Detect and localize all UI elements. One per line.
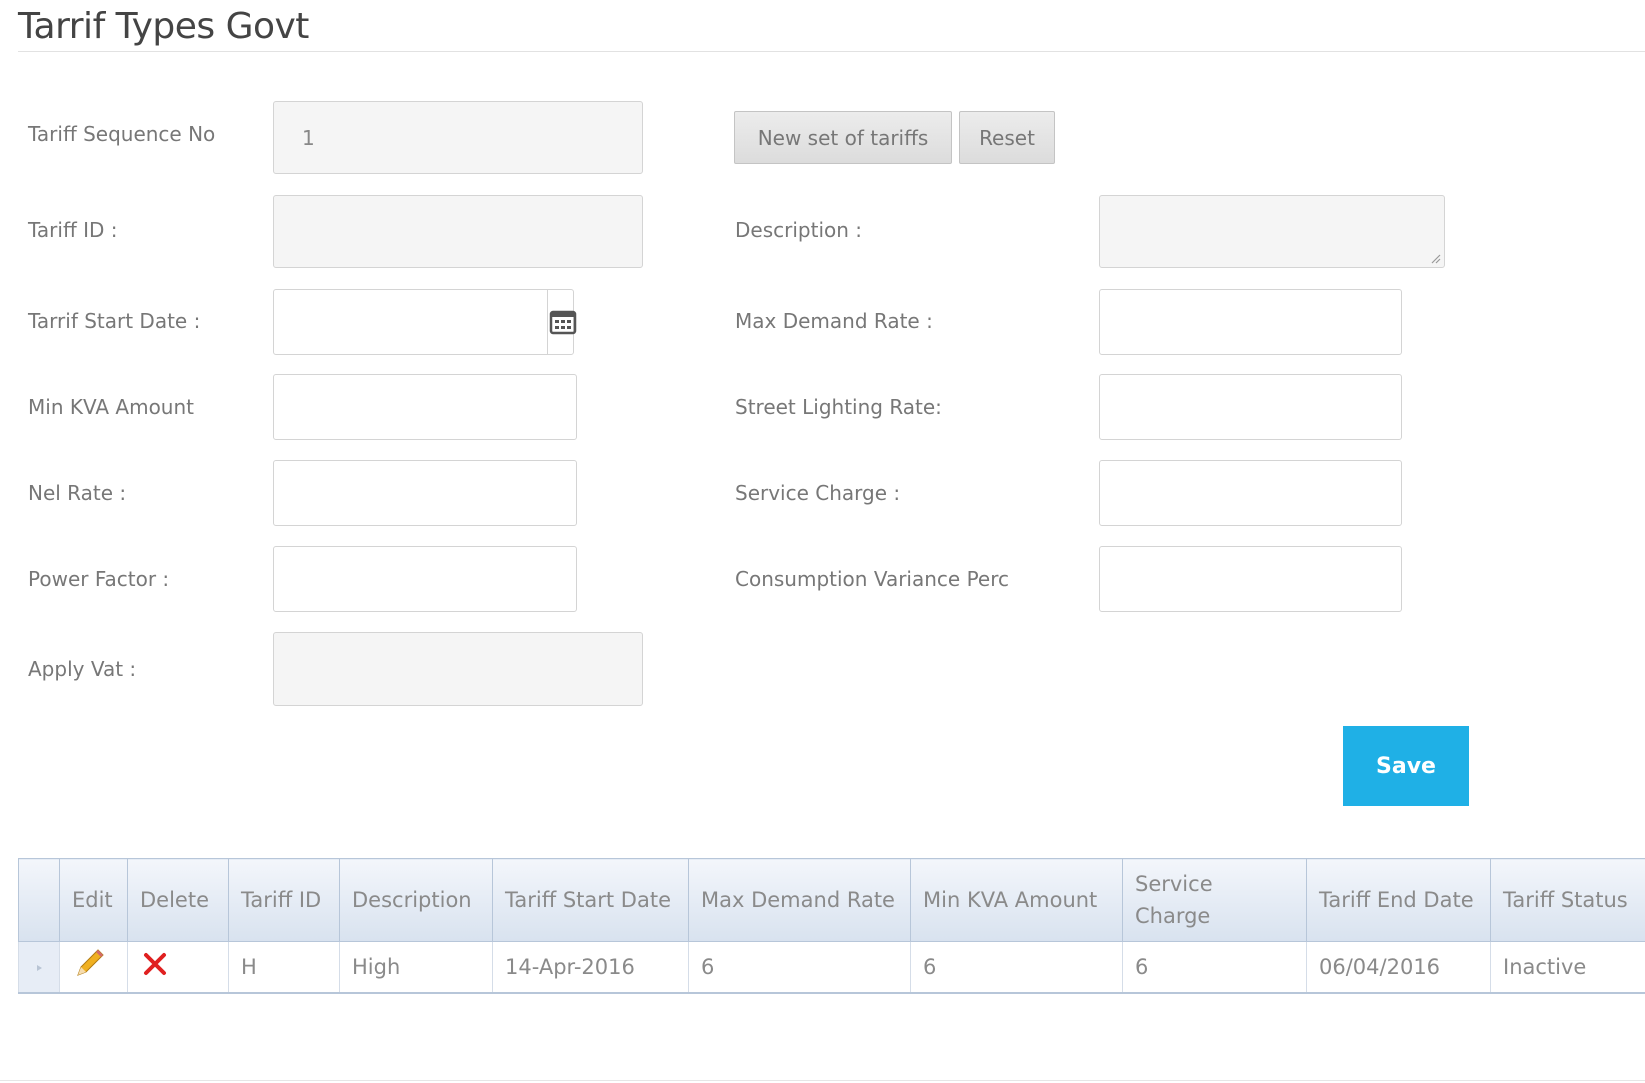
min-kva-amount-label: Min KVA Amount bbox=[28, 395, 194, 419]
edit-cell bbox=[59, 941, 128, 994]
grid-header-tariff-status[interactable]: Tariff Status bbox=[1490, 858, 1645, 942]
consumption-variance-perc-input[interactable] bbox=[1099, 546, 1402, 612]
save-button[interactable]: Save bbox=[1343, 726, 1469, 806]
resize-grip-icon[interactable] bbox=[1429, 252, 1441, 264]
grid-header-tariff-end-date[interactable]: Tariff End Date bbox=[1306, 858, 1491, 942]
tariff-start-date-picker bbox=[273, 289, 577, 355]
max-demand-rate-input[interactable] bbox=[1099, 289, 1402, 355]
nel-rate-input[interactable] bbox=[273, 460, 577, 526]
power-factor-label: Power Factor : bbox=[28, 567, 170, 591]
tariff-grid: Edit Delete Tariff ID Description Tariff… bbox=[18, 858, 1645, 994]
grid-header-tariff-id[interactable]: Tariff ID bbox=[228, 858, 340, 942]
grid-header-row: Edit Delete Tariff ID Description Tariff… bbox=[18, 858, 1645, 942]
power-factor-input[interactable] bbox=[273, 546, 577, 612]
reset-button[interactable]: Reset bbox=[959, 111, 1055, 164]
tariff-sequence-no-input[interactable] bbox=[273, 101, 643, 174]
grid-header-tariff-start-date[interactable]: Tariff Start Date bbox=[492, 858, 689, 942]
pencil-icon[interactable] bbox=[72, 947, 106, 981]
table-row[interactable]: H High 14-Apr-2016 6 6 6 06/04/2016 Inac… bbox=[18, 941, 1645, 994]
cell-max-demand-rate: 6 bbox=[688, 941, 911, 994]
description-label: Description : bbox=[735, 218, 863, 242]
cell-tariff-end-date: 06/04/2016 bbox=[1306, 941, 1491, 994]
tariff-start-date-input[interactable] bbox=[274, 290, 547, 354]
apply-vat-label: Apply Vat : bbox=[28, 657, 137, 681]
tariff-start-date-label: Tarrif Start Date : bbox=[28, 309, 201, 333]
cell-tariff-start-date: 14-Apr-2016 bbox=[492, 941, 689, 994]
new-set-of-tariffs-button[interactable]: New set of tariffs bbox=[734, 111, 952, 164]
cell-service-charge: 6 bbox=[1122, 941, 1307, 994]
calendar-icon[interactable] bbox=[547, 290, 578, 354]
page-title: Tarrif Types Govt bbox=[18, 6, 309, 47]
tariff-id-label: Tariff ID : bbox=[28, 218, 118, 242]
grid-header-selector bbox=[18, 858, 60, 942]
cell-tariff-id: H bbox=[228, 941, 340, 994]
tariff-id-input[interactable] bbox=[273, 195, 643, 268]
cell-tariff-status: Inactive bbox=[1490, 941, 1645, 994]
grid-header-description[interactable]: Description bbox=[339, 858, 493, 942]
cell-min-kva-amount: 6 bbox=[910, 941, 1123, 994]
title-divider bbox=[18, 51, 1645, 52]
grid-header-delete[interactable]: Delete bbox=[127, 858, 229, 942]
triangle-right-icon[interactable] bbox=[18, 941, 60, 994]
cell-description: High bbox=[339, 941, 493, 994]
nel-rate-label: Nel Rate : bbox=[28, 481, 127, 505]
street-lighting-rate-label: Street Lighting Rate: bbox=[735, 395, 942, 419]
service-charge-label: Service Charge : bbox=[735, 481, 901, 505]
consumption-variance-perc-label: Consumption Variance Perc bbox=[735, 567, 1010, 591]
description-textarea[interactable] bbox=[1099, 195, 1445, 268]
bottom-divider bbox=[0, 1080, 1645, 1081]
x-icon[interactable] bbox=[140, 949, 170, 979]
min-kva-amount-input[interactable] bbox=[273, 374, 577, 440]
delete-cell bbox=[127, 941, 229, 994]
grid-header-service-charge[interactable]: Service Charge bbox=[1122, 858, 1307, 942]
street-lighting-rate-input[interactable] bbox=[1099, 374, 1402, 440]
grid-header-min-kva-amount[interactable]: Min KVA Amount bbox=[910, 858, 1123, 942]
grid-header-edit[interactable]: Edit bbox=[59, 858, 128, 942]
service-charge-input[interactable] bbox=[1099, 460, 1402, 526]
tariff-sequence-no-label: Tariff Sequence No bbox=[28, 122, 216, 146]
apply-vat-input[interactable] bbox=[273, 632, 643, 706]
grid-header-max-demand-rate[interactable]: Max Demand Rate bbox=[688, 858, 911, 942]
max-demand-rate-label: Max Demand Rate : bbox=[735, 309, 933, 333]
